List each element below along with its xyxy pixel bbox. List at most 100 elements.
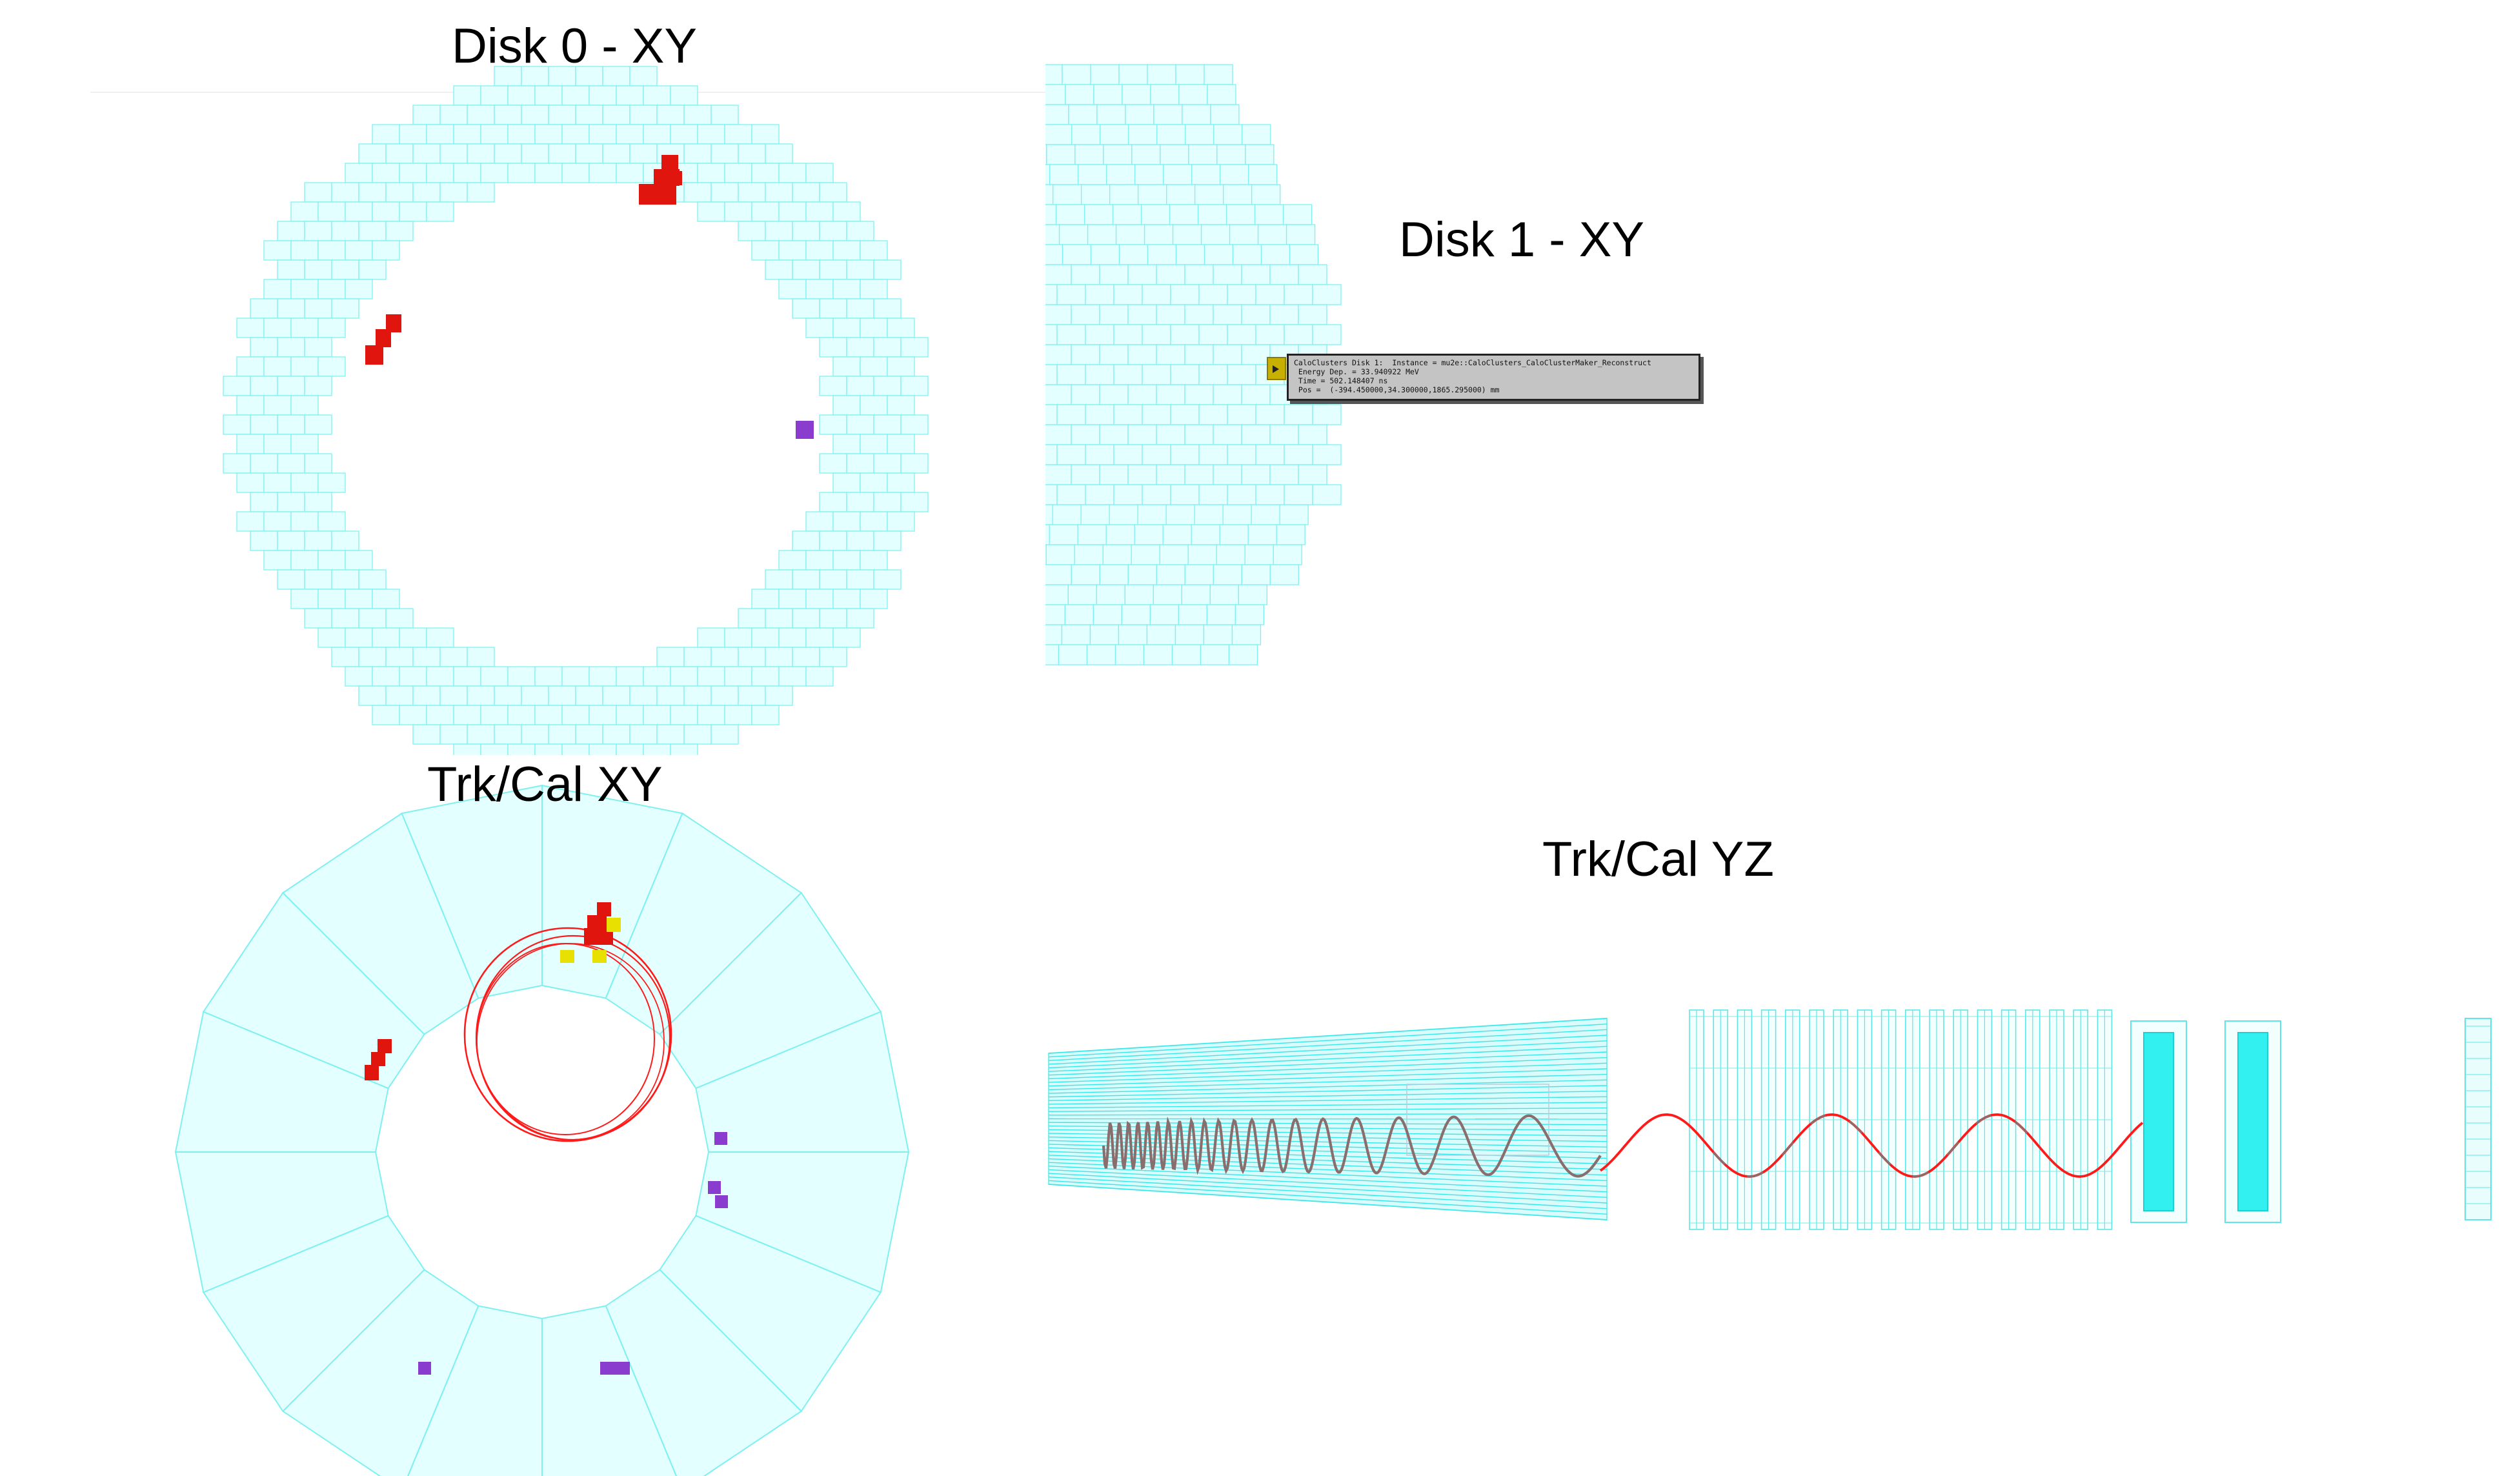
crystal-cell — [1045, 624, 1063, 645]
crystal-cell — [561, 124, 590, 145]
crystal-cell — [480, 163, 509, 183]
crystal-cell — [697, 124, 725, 145]
crystal-cell — [1089, 624, 1120, 645]
crystal-cell — [439, 105, 468, 125]
crystal-cell — [1184, 344, 1214, 365]
crystal-cell — [1099, 564, 1129, 585]
crystal-cell — [345, 240, 373, 261]
crystal-cell — [832, 356, 861, 377]
trkcal-xy-view — [174, 784, 910, 1476]
crystal-cell — [1204, 64, 1233, 85]
crystal-cell — [575, 685, 603, 706]
crystal-cell — [765, 221, 793, 241]
crystal-cell — [1241, 464, 1271, 485]
crystal-cell — [1056, 364, 1086, 385]
crystal-cell — [1045, 204, 1057, 225]
crystal-cell — [778, 666, 807, 687]
crystal-cell — [331, 221, 359, 241]
crystal-cell — [1298, 464, 1327, 485]
crystal-cell — [1284, 284, 1313, 305]
crystal-cell — [643, 85, 671, 106]
crystal-cell — [819, 569, 847, 590]
crystal-cell — [453, 85, 481, 106]
crystal-cell — [304, 221, 332, 241]
crystal-cell — [385, 647, 414, 667]
crystal-cell — [589, 666, 617, 687]
crystal-cell — [1121, 604, 1151, 625]
crystal-cell — [1080, 504, 1110, 525]
crystal-cell — [683, 724, 712, 745]
crystal-cell — [846, 259, 874, 280]
cluster-marker-icon[interactable] — [1267, 357, 1286, 380]
crystal-cell — [331, 298, 359, 319]
crystal-cell — [751, 124, 780, 145]
crystal-cell — [1170, 284, 1200, 305]
crystal-cell — [1052, 504, 1082, 525]
crystal-cell — [521, 143, 549, 164]
crystal-cell — [1147, 244, 1177, 265]
crystal-cell — [521, 724, 549, 745]
crystal-cell — [1172, 224, 1202, 245]
crystal-cell — [304, 531, 332, 551]
crystal-cell — [1285, 224, 1316, 245]
crystal-cell — [1204, 244, 1234, 265]
crystal-cell — [873, 259, 902, 280]
crystal-cell — [1213, 304, 1242, 325]
pointer-arrow-icon — [1273, 365, 1279, 373]
crystal-cell — [602, 685, 630, 706]
crystal-cell — [1077, 524, 1107, 545]
crystal-cell — [616, 124, 644, 145]
crystal-cell — [1074, 544, 1104, 565]
crystal-cell — [1248, 164, 1278, 185]
crystal-cell — [832, 434, 861, 454]
crystal-cell — [1260, 244, 1291, 265]
crystal-cell — [846, 414, 874, 435]
crystal-cell — [1241, 344, 1271, 365]
crystal-cell — [778, 589, 807, 609]
crystal-cell — [724, 666, 752, 687]
crystal-cell — [399, 163, 427, 183]
crystal-cell — [1045, 464, 1072, 485]
crystal-cell — [738, 221, 766, 241]
crystal-cell — [250, 337, 278, 358]
crystal-cell — [358, 182, 387, 203]
crystal-cell — [860, 356, 888, 377]
crystal-cell — [304, 259, 332, 280]
crystal-cell — [304, 608, 332, 629]
crystal-cell — [263, 395, 292, 416]
crystal-cell — [805, 201, 834, 222]
crystal-cell — [765, 608, 793, 629]
crystal-cell — [1045, 424, 1072, 445]
crystal-cell — [1138, 184, 1167, 205]
crystal-cell — [832, 627, 861, 648]
crystal-cell — [670, 743, 698, 755]
crystal-cell — [887, 395, 915, 416]
crystal-cell — [1045, 564, 1072, 585]
crystal-cell — [1143, 644, 1173, 665]
crystal-cell — [480, 666, 509, 687]
crystal-cell — [711, 685, 739, 706]
crystal-cell — [561, 666, 590, 687]
crystal-cell — [1182, 104, 1211, 125]
crystal-cell — [819, 531, 847, 551]
crystal-cell — [507, 85, 536, 106]
crystal-cell — [724, 163, 752, 183]
crystal-cell — [1251, 504, 1280, 525]
crystal-cell — [318, 472, 346, 493]
crystal-cell — [1255, 404, 1285, 425]
crystal-cell — [1071, 124, 1101, 145]
crystal-cell — [1090, 64, 1120, 85]
hit-crystal — [639, 184, 676, 205]
crystal-cell — [819, 608, 847, 629]
trkcal-yz-title: Trk/Cal YZ — [1542, 832, 1774, 887]
crystal-cell — [1114, 644, 1145, 665]
crystal-cell — [1241, 384, 1271, 405]
crystal-cell — [1045, 364, 1058, 385]
crystal-cell — [805, 550, 834, 571]
crystal-cell — [1096, 584, 1125, 605]
crystal-cell — [765, 685, 793, 706]
crystal-cell — [1228, 644, 1258, 665]
crystal-cell — [385, 685, 414, 706]
crystal-cell — [1187, 544, 1217, 565]
crystal-cell — [765, 143, 793, 164]
